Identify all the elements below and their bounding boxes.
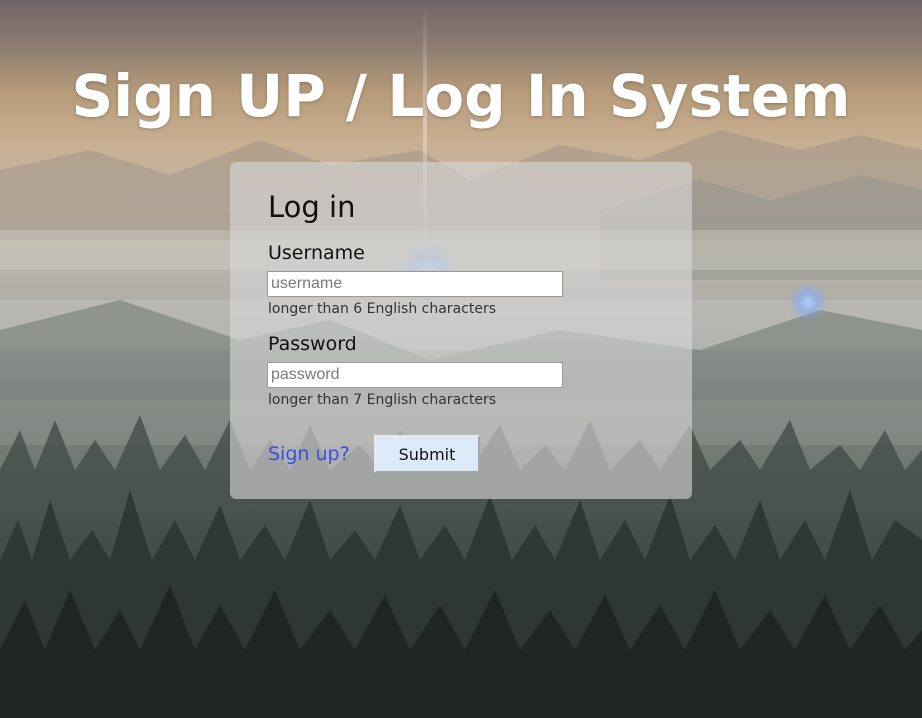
login-card: Log in Username longer than 6 English ch… — [230, 162, 692, 499]
password-input[interactable] — [267, 362, 563, 388]
signup-link[interactable]: Sign up? — [268, 443, 350, 465]
password-label: Password — [268, 333, 357, 355]
username-label: Username — [268, 242, 365, 264]
blue-glow-decoration — [788, 282, 828, 322]
password-hint: longer than 7 English characters — [268, 392, 496, 408]
username-input[interactable] — [267, 271, 563, 297]
page-title: Sign UP / Log In System — [71, 62, 851, 130]
login-heading: Log in — [268, 190, 356, 224]
username-hint: longer than 6 English characters — [268, 301, 496, 317]
submit-button[interactable]: Submit — [374, 435, 480, 473]
